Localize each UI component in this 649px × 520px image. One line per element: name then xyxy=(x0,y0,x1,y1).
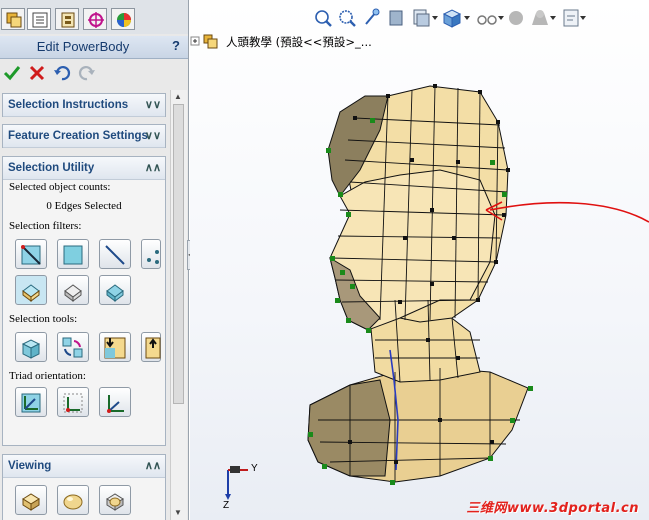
property-manager-tab[interactable] xyxy=(27,8,51,30)
invert-selection-button[interactable] xyxy=(57,332,89,362)
cancel-x-icon[interactable] xyxy=(28,64,46,82)
head-mesh-model[interactable] xyxy=(190,0,649,520)
chevron-up-icon[interactable]: ∧∧ xyxy=(145,455,161,477)
selected-counts-label: Selected object counts: xyxy=(9,181,111,193)
chevron-down-icon[interactable]: ∨∨ xyxy=(145,125,161,147)
manager-tabs xyxy=(0,0,188,34)
body-select-icon xyxy=(64,284,82,302)
group-title: Feature Creation Settings xyxy=(8,130,148,142)
selection-tools-label: Selection tools: xyxy=(9,313,78,325)
ok-cancel-row xyxy=(0,60,188,86)
vertex-filter-icon xyxy=(147,250,159,264)
edge-filter-icon xyxy=(21,245,41,265)
crosshair-icon xyxy=(88,12,104,28)
configuration-icon xyxy=(61,12,75,28)
line-filter-icon xyxy=(105,245,125,265)
group-title: Selection Instructions xyxy=(8,99,129,111)
site-watermark: 三维网www.3dportal.cn xyxy=(466,501,639,516)
filter-lines-button[interactable] xyxy=(99,239,131,269)
triad-z-label: Z xyxy=(223,500,230,511)
triad-y-label: Y xyxy=(251,463,258,474)
view-box-button[interactable] xyxy=(15,485,47,515)
select-box-button[interactable] xyxy=(15,275,47,305)
view-smooth-button[interactable] xyxy=(57,485,89,515)
display-manager-tab[interactable] xyxy=(111,8,135,30)
group-title: Viewing xyxy=(8,460,52,472)
undo-icon[interactable] xyxy=(53,64,71,82)
ellipsoid-icon xyxy=(63,494,83,510)
feature-manager-tab[interactable] xyxy=(1,8,25,30)
triad-world-button[interactable] xyxy=(15,387,47,417)
region-select-icon xyxy=(106,284,124,302)
selected-counts-value: 0 Edges Selected xyxy=(46,200,122,212)
reference-triad xyxy=(225,466,248,500)
swap-grid-icon xyxy=(62,337,83,358)
face-filter-icon xyxy=(63,245,83,265)
help-button[interactable]: ? xyxy=(172,38,180,53)
box-shape-icon xyxy=(22,493,40,511)
triad-view-icon xyxy=(107,395,124,413)
selection-instructions-group[interactable]: Selection Instructions ∨∨ xyxy=(2,93,166,117)
filter-edges-button[interactable] xyxy=(15,239,47,269)
triad-local-icon xyxy=(63,393,83,413)
grid-up-icon xyxy=(145,337,161,359)
property-manager-panel: Edit PowerBody ? Selection Instructions ∨… xyxy=(0,0,189,520)
panel-scrollbar[interactable]: ▲ ▼ xyxy=(170,90,187,520)
ok-check-icon[interactable] xyxy=(3,64,21,82)
viewing-group: Viewing ∧∧ xyxy=(2,454,166,520)
redo-icon[interactable] xyxy=(78,64,96,82)
feature-creation-settings-group[interactable]: Feature Creation Settings ∨∨ xyxy=(2,124,166,148)
box-smooth-icon xyxy=(106,493,124,511)
group-title: Selection Utility xyxy=(8,162,95,174)
filter-faces-button[interactable] xyxy=(57,239,89,269)
color-wheel-icon xyxy=(117,13,131,27)
property-manager-title: Edit PowerBody xyxy=(36,39,130,54)
select-region-button[interactable] xyxy=(99,275,131,305)
triad-local-button[interactable] xyxy=(57,387,89,417)
selection-filters-label: Selection filters: xyxy=(9,220,82,232)
triad-world-icon xyxy=(21,393,41,413)
grow-selection-button[interactable] xyxy=(99,332,131,362)
triad-view-button[interactable] xyxy=(99,387,131,417)
graphics-viewport[interactable]: 人頭教學 (預設<<預設>_... Y Z 三维网www.3dportal.cn xyxy=(190,0,649,520)
property-manager-icon xyxy=(32,12,48,28)
property-manager-header: Edit PowerBody ? xyxy=(0,36,188,59)
shrink-selection-button[interactable] xyxy=(141,332,161,362)
scroll-up-icon[interactable]: ▲ xyxy=(174,92,182,101)
configuration-manager-tab[interactable] xyxy=(55,8,79,30)
filter-vertices-button[interactable] xyxy=(141,239,161,269)
selection-utility-group: Selection Utility ∧∧ Selected object coun… xyxy=(2,156,166,446)
view-both-button[interactable] xyxy=(99,485,131,515)
dimxpert-tab[interactable] xyxy=(83,8,107,30)
box-select-icon xyxy=(22,284,40,302)
triad-orientation-label: Triad orientation: xyxy=(9,370,86,382)
chevron-up-icon[interactable]: ∧∧ xyxy=(145,157,161,179)
chevron-down-icon[interactable]: ∨∨ xyxy=(145,94,161,116)
scroll-thumb[interactable] xyxy=(173,104,184,404)
cube-icon xyxy=(21,339,41,359)
grid-down-icon xyxy=(104,337,126,359)
feature-tree-icon xyxy=(6,12,22,28)
property-manager-content: Selection Instructions ∨∨ Feature Creatio… xyxy=(0,90,170,520)
annotation-arrow xyxy=(489,201,649,223)
select-body-button[interactable] xyxy=(57,275,89,305)
select-all-button[interactable] xyxy=(15,332,47,362)
scroll-down-icon[interactable]: ▼ xyxy=(174,508,182,517)
